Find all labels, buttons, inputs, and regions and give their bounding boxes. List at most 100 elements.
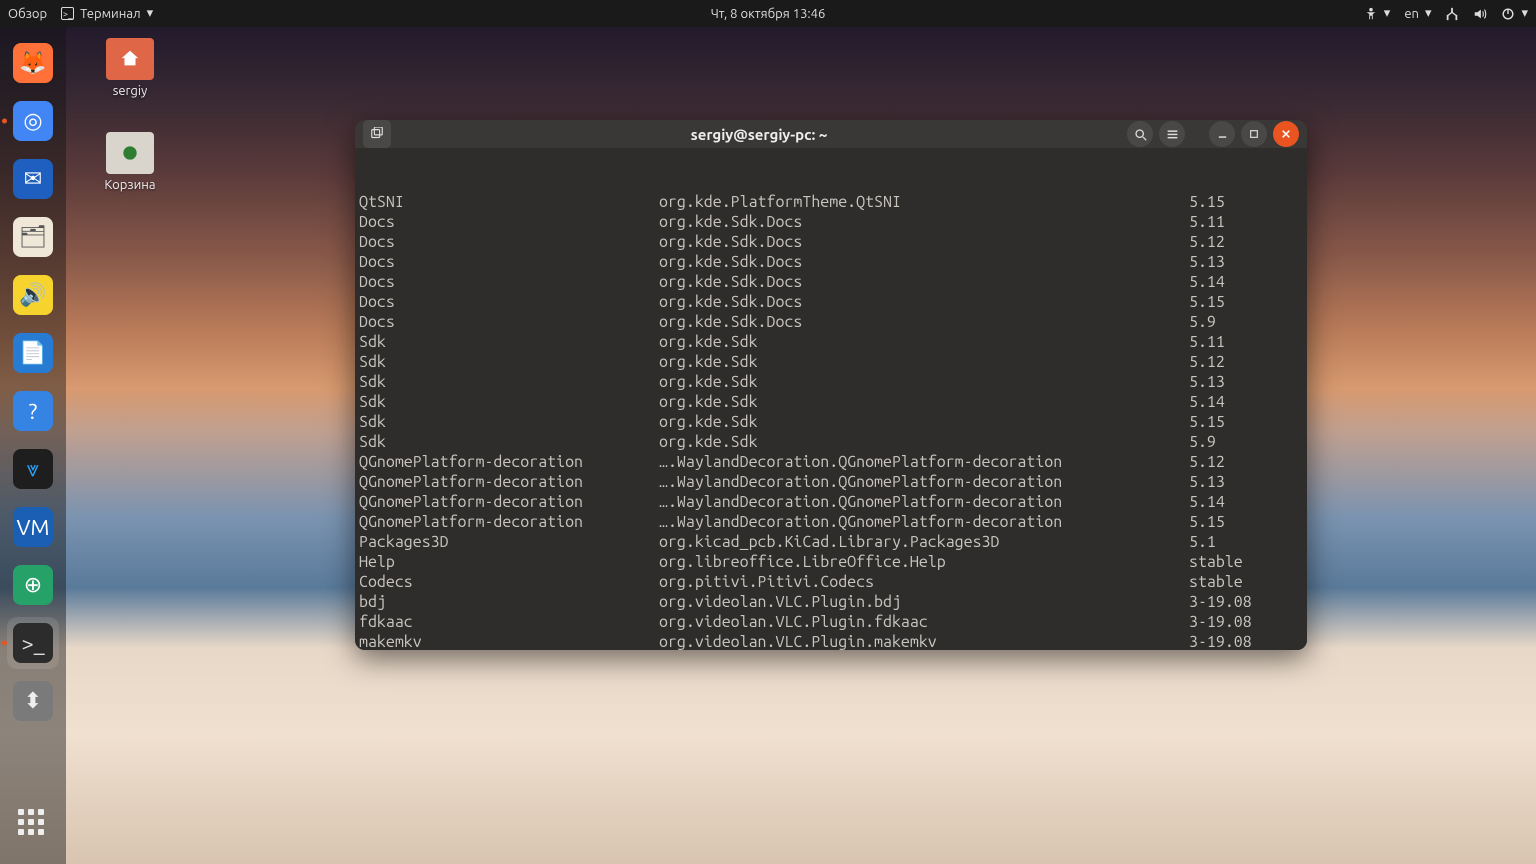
app-menu[interactable]: >_ Терминал ▾ <box>61 6 153 21</box>
keyboard-layout[interactable]: en ▾ <box>1404 6 1431 21</box>
terminal-cell: fdkaac <box>359 612 659 632</box>
terminal-cell: Sdk <box>359 432 659 452</box>
terminal-cell: Docs <box>359 292 659 312</box>
terminal-cell: 5.14 <box>1189 272 1307 292</box>
terminal-cell: 5.13 <box>1189 372 1307 392</box>
dock-item-libreoffice-writer[interactable]: 📄 <box>7 327 59 379</box>
trash-icon <box>106 132 154 174</box>
terminal-cell: 5.15 <box>1189 512 1307 532</box>
terminal-cell: stable <box>1189 572 1307 592</box>
desktop-icon-trash[interactable]: Корзина <box>90 132 170 192</box>
desktop[interactable]: Обзор >_ Терминал ▾ Чт, 8 октября 13:46 … <box>0 0 1536 864</box>
terminal-cell: Sdk <box>359 412 659 432</box>
new-tab-button[interactable] <box>363 120 391 148</box>
dock-item-chromium[interactable]: ◎ <box>7 95 59 147</box>
desktop-icon-label: sergiy <box>90 84 170 98</box>
terminal-row: QGnomePlatform-decoration….WaylandDecora… <box>359 472 1307 492</box>
dock-item-usb-creator[interactable]: ⬍ <box>7 675 59 727</box>
terminal-cell: Docs <box>359 272 659 292</box>
terminal-output[interactable]: QtSNIorg.kde.PlatformTheme.QtSNI5.15Docs… <box>355 148 1307 650</box>
terminal-cell: ….WaylandDecoration.QGnomePlatform-decor… <box>659 452 1189 472</box>
maximize-button[interactable] <box>1241 121 1267 147</box>
minimize-button[interactable] <box>1209 121 1235 147</box>
terminal-cell: QGnomePlatform-decoration <box>359 512 659 532</box>
terminal-cell: org.kde.Sdk.Docs <box>659 272 1189 292</box>
keyboard-layout-label: en <box>1404 7 1419 21</box>
terminal-cell: 5.9 <box>1189 432 1307 452</box>
terminal-cell: 5.11 <box>1189 212 1307 232</box>
clock[interactable]: Чт, 8 октября 13:46 <box>711 7 826 21</box>
terminal-cell: 5.12 <box>1189 352 1307 372</box>
help-icon: ? <box>13 391 53 431</box>
dock-item-files[interactable]: 🗂 <box>7 211 59 263</box>
dock-item-help[interactable]: ? <box>7 385 59 437</box>
terminal-cell: org.kde.Sdk <box>659 332 1189 352</box>
terminal-cell: 5.11 <box>1189 332 1307 352</box>
activities-button[interactable]: Обзор <box>8 7 47 21</box>
terminal-row: Sdkorg.kde.Sdk5.14 <box>359 392 1307 412</box>
power-menu[interactable]: ▾ <box>1501 6 1528 21</box>
network-icon[interactable] <box>1445 7 1459 21</box>
terminal-row: bdjorg.videolan.VLC.Plugin.bdj3-19.08 <box>359 592 1307 612</box>
terminal-cell: Docs <box>359 312 659 332</box>
terminal-cell: org.videolan.VLC.Plugin.makemkv <box>659 632 1189 650</box>
terminal-cell: 3-19.08 <box>1189 592 1307 612</box>
volume-icon[interactable] <box>1473 7 1487 21</box>
terminal-cell: ….WaylandDecoration.QGnomePlatform-decor… <box>659 492 1189 512</box>
desktop-icon-home[interactable]: sergiy <box>90 38 170 98</box>
dock-item-virtualbox[interactable]: VM <box>7 501 59 553</box>
top-panel: Обзор >_ Терминал ▾ Чт, 8 октября 13:46 … <box>0 0 1536 27</box>
terminal-row: Packages3Dorg.kicad_pcb.KiCad.Library.Pa… <box>359 532 1307 552</box>
terminal-cell: Sdk <box>359 392 659 412</box>
terminal-row: Sdkorg.kde.Sdk5.12 <box>359 352 1307 372</box>
dock-item-thunderbird[interactable]: ✉ <box>7 153 59 205</box>
terminal-cell: QGnomePlatform-decoration <box>359 472 659 492</box>
terminal-row: makemkvorg.videolan.VLC.Plugin.makemkv3-… <box>359 632 1307 650</box>
terminal-cell: 5.13 <box>1189 252 1307 272</box>
terminal-cell: makemkv <box>359 632 659 650</box>
show-applications-button[interactable] <box>7 798 59 850</box>
hamburger-menu[interactable] <box>1159 121 1185 147</box>
terminal-cell: 5.14 <box>1189 492 1307 512</box>
terminal-cell: org.videolan.VLC.Plugin.fdkaac <box>659 612 1189 632</box>
accessibility-menu[interactable]: ▾ <box>1364 6 1391 21</box>
virtualbox-icon: VM <box>13 507 53 547</box>
dock-item-remote[interactable]: ⊕ <box>7 559 59 611</box>
terminal-window: sergiy@sergiy-pc: ~ QtSNIorg.kde.Platfor… <box>355 120 1307 650</box>
terminal-scrollbar[interactable] <box>1295 148 1305 650</box>
terminal-cell: org.kde.PlatformTheme.QtSNI <box>659 192 1189 212</box>
terminal-row: Docsorg.kde.Sdk.Docs5.9 <box>359 312 1307 332</box>
terminal-cell: org.kde.Sdk.Docs <box>659 232 1189 252</box>
app-menu-label: Терминал <box>80 7 140 21</box>
chevron-down-icon: ▾ <box>147 6 154 21</box>
close-button[interactable] <box>1273 121 1299 147</box>
terminal-cell: org.kde.Sdk <box>659 392 1189 412</box>
libreoffice-writer-icon: 📄 <box>13 333 53 373</box>
terminal-row: Docsorg.kde.Sdk.Docs5.12 <box>359 232 1307 252</box>
terminal-row: Docsorg.kde.Sdk.Docs5.15 <box>359 292 1307 312</box>
usb-creator-icon: ⬍ <box>13 681 53 721</box>
terminal-cell: 5.15 <box>1189 192 1307 212</box>
dock-item-terminal[interactable]: >_ <box>7 617 59 669</box>
window-title: sergiy@sergiy-pc: ~ <box>397 126 1121 143</box>
dock-item-vscode[interactable]: ⩔ <box>7 443 59 495</box>
terminal-row: QGnomePlatform-decoration….WaylandDecora… <box>359 512 1307 532</box>
thunderbird-icon: ✉ <box>13 159 53 199</box>
terminal-cell: 5.15 <box>1189 412 1307 432</box>
terminal-cell: org.kicad_pcb.KiCad.Library.Packages3D <box>659 532 1189 552</box>
terminal-row: QtSNIorg.kde.PlatformTheme.QtSNI5.15 <box>359 192 1307 212</box>
terminal-cell: org.kde.Sdk.Docs <box>659 212 1189 232</box>
terminal-cell: Packages3D <box>359 532 659 552</box>
dock-item-rhythmbox[interactable]: 🔊 <box>7 269 59 321</box>
search-button[interactable] <box>1127 121 1153 147</box>
terminal-cell: Codecs <box>359 572 659 592</box>
remote-icon: ⊕ <box>13 565 53 605</box>
terminal-cell: org.videolan.VLC.Plugin.bdj <box>659 592 1189 612</box>
terminal-cell: QtSNI <box>359 192 659 212</box>
dock-item-firefox[interactable]: 🦊 <box>7 37 59 89</box>
vscode-icon: ⩔ <box>13 449 53 489</box>
terminal-cell: 5.12 <box>1189 232 1307 252</box>
dock: 🦊 ◎ ✉ 🗂 🔊 📄? ⩔ VM ⊕ >_ ⬍ <box>0 27 66 864</box>
terminal-row: Helporg.libreoffice.LibreOffice.Helpstab… <box>359 552 1307 572</box>
terminal-cell: Docs <box>359 212 659 232</box>
